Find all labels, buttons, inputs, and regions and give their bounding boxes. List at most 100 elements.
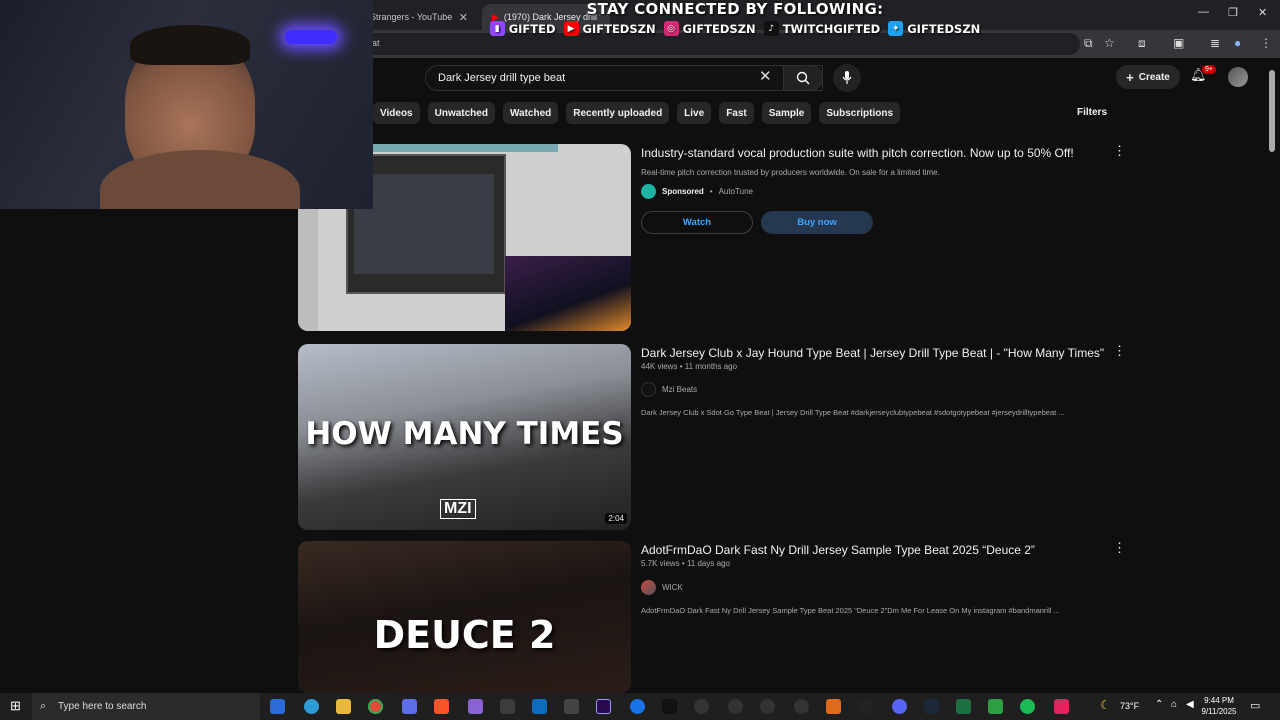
app-icon[interactable] — [630, 699, 645, 714]
more-options-icon[interactable]: ⋮ — [1113, 540, 1126, 556]
app-icon[interactable] — [728, 699, 743, 714]
clock-date: 9/11/2025 — [1201, 707, 1237, 716]
account-avatar[interactable] — [1228, 67, 1248, 87]
channel-name[interactable]: WICK — [662, 583, 683, 592]
url-field[interactable]: at — [360, 33, 1080, 55]
view-count: 5.7K views — [641, 559, 680, 568]
tiktok-live-icon[interactable] — [1054, 699, 1069, 714]
copilot-icon[interactable] — [402, 699, 417, 714]
ad-watch-button[interactable]: Watch — [641, 211, 753, 234]
tab-strangers[interactable]: Strangers - YouTube ✕ — [360, 4, 478, 30]
close-tab-icon[interactable]: ✕ — [459, 11, 468, 24]
app-icon[interactable] — [760, 699, 775, 714]
install-app-icon[interactable]: ⧉ — [1084, 36, 1093, 51]
close-window-icon[interactable]: ✕ — [1258, 6, 1267, 19]
ad-title[interactable]: Industry-standard vocal production suite… — [641, 146, 1074, 160]
steam-icon[interactable] — [924, 699, 939, 714]
view-count: 44K views — [641, 362, 678, 371]
advertiser-logo — [641, 184, 656, 199]
tab-active-search[interactable]: ▶ (1970) Dark Jersey drill type — [482, 4, 610, 30]
minimize-icon[interactable]: — — [1198, 6, 1209, 18]
youtube-header: Dark Jersey drill type beat ✕ + Create 🔔… — [373, 58, 1280, 96]
channel-line[interactable]: WICK — [641, 580, 683, 595]
sidepanel-icon[interactable]: ▣ — [1173, 36, 1184, 50]
outlook-icon[interactable] — [532, 699, 547, 714]
ad-buy-now-button[interactable]: Buy now — [761, 211, 873, 234]
excel-icon[interactable] — [956, 699, 971, 714]
notifications-icon[interactable]: ▭ — [1250, 699, 1260, 712]
obs-icon[interactable] — [694, 699, 709, 714]
app-icon[interactable] — [988, 699, 1003, 714]
ad-description: Real-time pitch correction trusted by pr… — [641, 168, 940, 177]
chip-watched[interactable]: Watched — [502, 102, 559, 124]
app-icon[interactable] — [468, 699, 483, 714]
tray-chevron-icon[interactable]: ⌃ — [1155, 699, 1163, 710]
windows-taskbar: ⊞ ⌕ Type here to search ☾ 73°F ⌃ ⌂ ◀ 9:4… — [0, 693, 1280, 720]
clock-time: 9:44 PM — [1204, 696, 1234, 705]
network-icon[interactable]: ⌂ — [1171, 699, 1177, 710]
video-thumbnail[interactable]: DEUCE 2 — [298, 541, 631, 693]
create-label: Create — [1138, 71, 1170, 83]
sponsored-label: Sponsored — [662, 187, 704, 196]
channel-name[interactable]: Mzi Beats — [662, 385, 697, 394]
epic-games-icon[interactable] — [858, 699, 873, 714]
microphone-icon — [842, 71, 852, 84]
weather-temp[interactable]: 73°F — [1120, 701, 1139, 711]
channel-avatar[interactable] — [641, 382, 656, 397]
extensions-icon[interactable]: ⧈ — [1138, 36, 1146, 51]
discord-icon[interactable] — [892, 699, 907, 714]
taskbar-clock[interactable]: 9:44 PM 9/11/2025 — [1198, 695, 1240, 717]
media-controls-icon[interactable]: ≣ — [1210, 36, 1220, 50]
create-button[interactable]: + Create — [1116, 65, 1180, 89]
tiktok-icon[interactable] — [662, 699, 677, 714]
chip-unwatched[interactable]: Unwatched — [427, 102, 495, 124]
streamer-hair — [130, 25, 250, 65]
chip-sample[interactable]: Sample — [761, 102, 812, 124]
video-description: Dark Jersey Club x Sdot Go Type Beat | J… — [641, 408, 1065, 417]
brave-icon[interactable] — [434, 699, 449, 714]
chrome-menu-icon[interactable]: ⋮ — [1260, 36, 1272, 50]
page-scrollbar[interactable] — [1269, 70, 1275, 152]
spotify-icon[interactable] — [1020, 699, 1035, 714]
windows-start-icon[interactable]: ⊞ — [10, 698, 21, 714]
neon-light — [285, 30, 337, 44]
plus-icon: + — [1126, 69, 1134, 85]
chip-live[interactable]: Live — [677, 102, 712, 124]
webcam-overlay — [0, 0, 373, 209]
4k-app-icon[interactable] — [794, 699, 809, 714]
more-options-icon[interactable]: ⋮ — [1113, 343, 1126, 359]
volume-icon[interactable]: ◀ — [1186, 699, 1194, 710]
search-button[interactable] — [783, 65, 823, 91]
chip-videos[interactable]: Videos — [373, 102, 420, 124]
filters-button[interactable]: Filters — [1077, 107, 1107, 118]
capcut-icon[interactable] — [564, 699, 579, 714]
task-view-icon[interactable] — [270, 699, 285, 714]
premiere-icon[interactable] — [596, 699, 611, 714]
channel-line[interactable]: Mzi Beats — [641, 382, 697, 397]
youtube-favicon-icon: ▶ — [492, 11, 499, 22]
video-title[interactable]: AdotFrmDaO Dark Fast Ny Drill Jersey Sam… — [641, 543, 1035, 557]
chip-subscriptions[interactable]: Subscriptions — [819, 102, 901, 124]
edge-icon[interactable] — [304, 699, 319, 714]
voice-search-button[interactable] — [833, 64, 861, 92]
more-options-icon[interactable]: ⋮ — [1113, 143, 1126, 159]
video-title[interactable]: Dark Jersey Club x Jay Hound Type Beat |… — [641, 346, 1104, 360]
notification-badge: 9+ — [1202, 65, 1216, 74]
profile-icon[interactable]: ● — [1234, 36, 1241, 50]
channel-avatar[interactable] — [641, 580, 656, 595]
store-icon[interactable] — [500, 699, 515, 714]
chip-recently-uploaded[interactable]: Recently uploaded — [566, 102, 670, 124]
clear-search-icon[interactable]: ✕ — [759, 67, 772, 85]
search-query-text: Dark Jersey drill type beat — [438, 72, 566, 84]
thumbnail-text: HOW MANY TIMES — [305, 416, 624, 452]
advertiser-name: AutoTune — [718, 187, 753, 196]
chip-fast[interactable]: Fast — [719, 102, 754, 124]
maximize-icon[interactable]: ❐ — [1228, 6, 1238, 19]
app-icon[interactable] — [826, 699, 841, 714]
video-thumbnail[interactable]: HOW MANY TIMES MZI 2:04 — [298, 344, 631, 530]
taskbar-search-input[interactable]: ⌕ Type here to search — [32, 693, 260, 720]
bookmark-star-icon[interactable]: ☆ — [1104, 36, 1115, 50]
file-explorer-icon[interactable] — [336, 699, 351, 714]
chrome-icon[interactable] — [368, 699, 383, 714]
bullet: • — [709, 187, 713, 196]
